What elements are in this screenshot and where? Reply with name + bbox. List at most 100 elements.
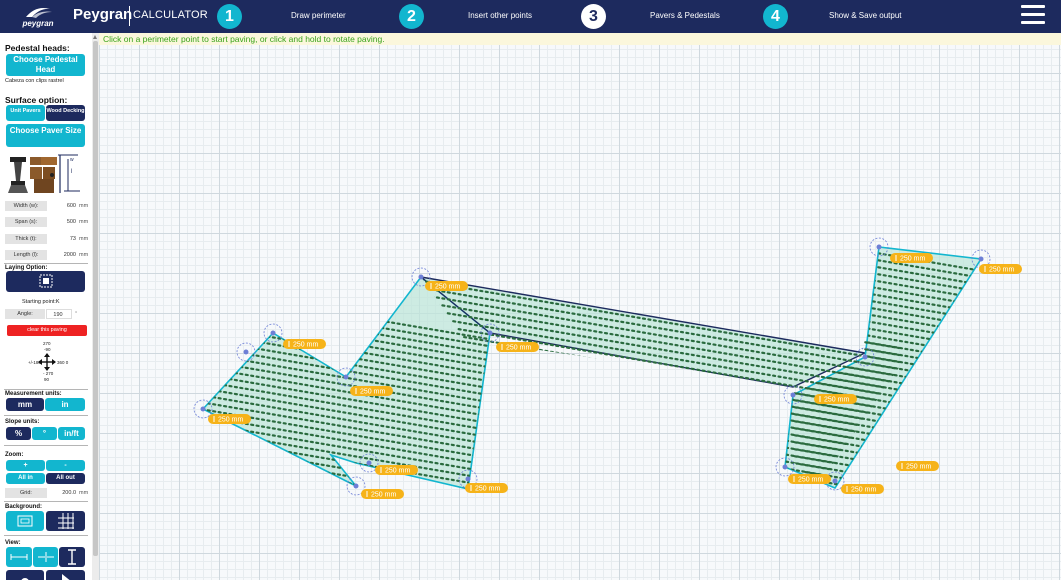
zoom-out-button[interactable]: - — [46, 460, 85, 471]
angle-input[interactable]: 190 — [46, 309, 72, 319]
span-unit: mm — [79, 219, 89, 225]
zoom-all-out-button[interactable]: All out — [46, 473, 85, 484]
view-horizontal-button[interactable] — [6, 547, 32, 567]
dimension-label: 250 mm — [788, 474, 831, 484]
pedestal-head-caption: Cabeza con clips rastrel — [5, 78, 64, 84]
sidebar-scrollbar[interactable] — [92, 33, 99, 580]
step-4-label[interactable]: Show & Save output — [829, 11, 902, 20]
dimension-label-text: 250 mm — [293, 342, 318, 349]
dimension-label-text: 250 mm — [506, 345, 531, 352]
dimension-label: 250 mm — [208, 414, 251, 424]
view-play-button[interactable] — [46, 570, 85, 580]
angle-label: Angle: — [5, 309, 45, 319]
logo-text: peygran — [22, 19, 54, 28]
angle-unit: ° — [75, 311, 78, 317]
dimension-label-text: 250 mm — [360, 389, 385, 396]
dimension-label-text: 250 mm — [900, 256, 925, 263]
span-field: Span (s): 500 mm — [5, 217, 89, 227]
width-input[interactable]: 600 — [48, 201, 78, 211]
length-label: Length (l): — [5, 250, 47, 260]
paver-row — [159, 507, 519, 568]
step-2-number[interactable]: 2 — [399, 4, 424, 29]
laying-pattern-icon — [39, 274, 52, 288]
width-field: Width (w): 600 mm — [5, 201, 89, 211]
brand-subtitle: CALCULATOR — [133, 9, 208, 21]
brand-separator — [129, 6, 130, 26]
dimension-label: 250 mm — [841, 484, 884, 494]
paver-row — [759, 499, 999, 540]
surface-option-title: Surface option: — [5, 95, 68, 105]
step-3-number[interactable]: 3 — [581, 4, 606, 29]
i-beam-icon — [68, 549, 76, 565]
paving-drawing[interactable]: 250 mm 250 mm 250 mm 250 mm 250 mm 250 mm 250 … — [99, 33, 1061, 580]
scroll-up-icon[interactable] — [93, 35, 97, 39]
inch-units-button[interactable]: in — [45, 398, 85, 411]
background-grid-button[interactable] — [46, 511, 85, 531]
grid-unit: mm — [79, 490, 89, 496]
degree-slope-button[interactable]: ° — [32, 427, 57, 440]
thick-input[interactable]: 73 — [48, 234, 78, 244]
span-input[interactable]: 500 — [48, 217, 78, 227]
section-divider — [4, 263, 88, 264]
width-unit: mm — [79, 203, 89, 209]
peygran-logo[interactable]: peygran — [18, 3, 58, 30]
dimension-label-text: 250 mm — [851, 487, 876, 494]
compass-top1: 270 — [43, 341, 51, 346]
compass-top2: -90 — [44, 347, 51, 352]
dimension-label: 250 mm — [350, 386, 393, 396]
choose-paver-size-button[interactable]: Choose Paver Size — [6, 124, 85, 147]
dimension-label: 250 mm — [896, 461, 939, 471]
dimension-label: 250 mm — [465, 483, 508, 493]
step-1-number[interactable]: 1 — [217, 4, 242, 29]
pedestal-illustration-icon: l w — [8, 154, 80, 193]
grid-input[interactable]: 200.0 — [48, 488, 78, 498]
paver-row — [759, 492, 999, 533]
thick-label: Thick (t): — [5, 234, 47, 244]
width-label: Width (w): — [5, 201, 47, 211]
view-beam-button[interactable] — [59, 547, 85, 567]
step-2-label[interactable]: Insert other points — [468, 11, 532, 20]
step-3-label[interactable]: Pavers & Pedestals — [650, 11, 720, 20]
svg-text:w: w — [70, 157, 74, 163]
paver-row — [159, 500, 519, 561]
percent-slope-button[interactable]: % — [6, 427, 31, 440]
length-input[interactable]: 2000 — [48, 250, 78, 260]
horizontal-dimension-icon — [10, 554, 28, 560]
mm-units-button[interactable]: mm — [6, 398, 44, 411]
background-image-icon — [17, 515, 33, 527]
step-1-label[interactable]: Draw perimeter — [291, 11, 346, 20]
dimension-label-text: 250 mm — [475, 486, 500, 493]
dimension-label: 250 mm — [425, 281, 468, 291]
dimension-label: 250 mm — [890, 253, 933, 263]
view-3d-button[interactable] — [6, 570, 44, 580]
dimension-label-text: 250 mm — [824, 397, 849, 404]
laying-option-button[interactable] — [6, 271, 85, 292]
section-divider — [4, 445, 88, 446]
section-divider — [4, 535, 88, 536]
hamburger-menu-icon[interactable] — [1021, 5, 1045, 27]
dimension-label-text: 250 mm — [906, 464, 931, 471]
paver-row — [203, 484, 490, 489]
background-image-button[interactable] — [6, 511, 44, 531]
view-vertical-button[interactable] — [33, 547, 58, 567]
dome-icon — [21, 578, 29, 580]
clear-paving-button[interactable]: clear this paving — [7, 325, 87, 336]
dimension-label: 250 mm — [496, 342, 539, 352]
grid-icon — [57, 513, 74, 529]
zoom-title: Zoom: — [5, 452, 24, 458]
wood-decking-button[interactable]: Wood Decking — [46, 105, 85, 121]
brand-name: Peygran — [73, 6, 133, 23]
angle-field: Angle: 190 ° — [5, 309, 87, 319]
choose-pedestal-head-button[interactable]: Choose Pedestal Head — [6, 54, 85, 76]
starting-point-text: Starting point:K — [22, 299, 60, 305]
in-ft-slope-button[interactable]: in/ft — [58, 427, 85, 440]
zoom-in-button[interactable]: + — [6, 460, 45, 471]
dimension-label-text: 250 mm — [385, 468, 410, 475]
scroll-thumb[interactable] — [93, 41, 98, 556]
step-4-number[interactable]: 4 — [763, 4, 788, 29]
left-sidebar: Pedestal heads: Choose Pedestal Head Cab… — [0, 33, 93, 580]
span-label: Span (s): — [5, 217, 47, 227]
zoom-all-in-button[interactable]: All in — [6, 473, 45, 484]
thick-unit: mm — [79, 236, 89, 242]
unit-pavers-button[interactable]: Unit Pavers — [6, 105, 45, 121]
